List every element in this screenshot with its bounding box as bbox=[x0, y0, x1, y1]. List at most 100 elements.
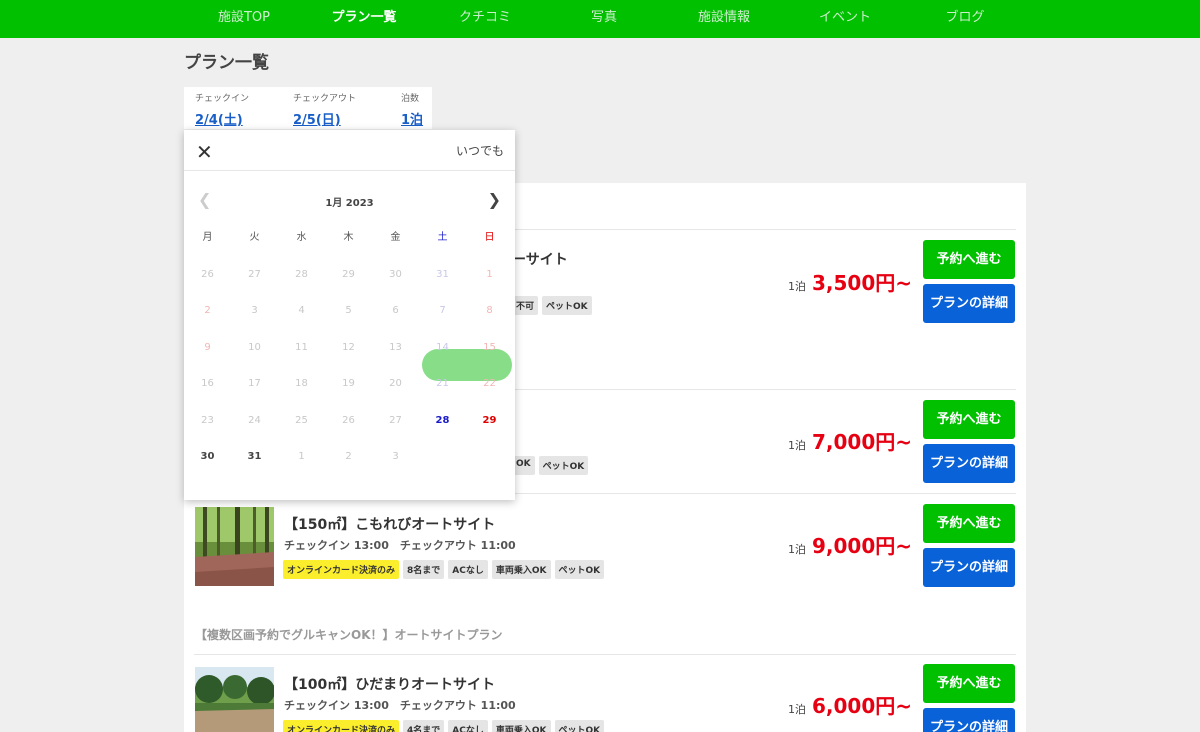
plan-name[interactable]: 【150㎡】こもれびオートサイト bbox=[284, 514, 495, 534]
plan-tag: ペットOK bbox=[538, 456, 589, 475]
plan-price: 1泊 6,000円~ bbox=[788, 690, 912, 719]
calendar-day-selected[interactable]: 4 bbox=[419, 439, 466, 476]
calendar-week: 26 27 28 29 30 31 1 bbox=[184, 257, 515, 294]
checkout-field[interactable]: チェックアウト 2/5(日) bbox=[293, 91, 356, 128]
reserve-button[interactable]: 予約へ進む bbox=[923, 400, 1015, 439]
calendar-day: 29 bbox=[342, 268, 355, 280]
calendar-week: 30 31 1 2 3 4 5 bbox=[184, 439, 515, 476]
plan-tag: ペットOK bbox=[542, 296, 592, 315]
date-selector: チェックイン 2/4(土) チェックアウト 2/5(日) 泊数 1泊 bbox=[184, 87, 432, 129]
divider bbox=[184, 170, 515, 171]
nights-value[interactable]: 1泊 bbox=[401, 109, 423, 128]
plan-tag: 車両乗入OK bbox=[491, 560, 551, 579]
page-title: プラン一覧 bbox=[184, 53, 269, 73]
calendar-day[interactable]: 28 bbox=[419, 403, 466, 440]
calendar-day: 2 bbox=[204, 305, 211, 316]
price-unit: 1泊 bbox=[787, 439, 806, 452]
calendar-day: 24 bbox=[248, 414, 261, 426]
plan-tag: オンラインカード決済のみ bbox=[283, 720, 400, 732]
calendar-day: 25 bbox=[295, 414, 308, 426]
plan-tag: 車両乗入OK bbox=[491, 720, 551, 732]
calendar-day[interactable]: 29 bbox=[466, 403, 513, 440]
nav-facility-top[interactable]: 施設TOP bbox=[189, 0, 299, 38]
calendar-day-selected[interactable]: 5 bbox=[466, 439, 513, 476]
reserve-button[interactable]: 予約へ進む bbox=[923, 504, 1015, 543]
plan-tag: ACなし bbox=[448, 560, 488, 579]
plan-detail-button[interactable]: プランの詳細 bbox=[923, 284, 1015, 323]
weekday-label: 土 bbox=[437, 232, 448, 243]
plan-thumbnail[interactable] bbox=[195, 667, 274, 732]
nights-label: 泊数 bbox=[401, 94, 420, 104]
calendar-day: 26 bbox=[342, 414, 355, 426]
checkout-date[interactable]: 2/5(日) bbox=[293, 109, 356, 128]
calendar-day: 13 bbox=[389, 341, 402, 353]
price-amount: 6,000円~ bbox=[811, 694, 912, 718]
divider bbox=[194, 654, 1016, 655]
plan-tag: 不可 bbox=[512, 296, 539, 315]
plan-detail-button[interactable]: プランの詳細 bbox=[923, 444, 1015, 483]
top-nav: 施設TOP プラン一覧 クチコミ 写真 施設情報 イベント ブログ bbox=[0, 0, 1200, 38]
calendar-day: 21 bbox=[436, 378, 449, 389]
calendar-grid: 月 火 水 木 金 土 日 26 27 28 29 30 31 1 2 3 4 … bbox=[184, 220, 515, 476]
calendar-day: 6 bbox=[392, 305, 399, 316]
plan-thumbnail[interactable] bbox=[195, 507, 274, 586]
calendar-day: 30 bbox=[389, 268, 402, 280]
reserve-button[interactable]: 予約へ進む bbox=[923, 664, 1015, 703]
calendar-week: 9 10 11 12 13 14 15 bbox=[184, 330, 515, 367]
checkin-date[interactable]: 2/4(土) bbox=[195, 109, 249, 128]
calendar-weekday-row: 月 火 水 木 金 土 日 bbox=[184, 220, 515, 257]
calendar-day[interactable]: 2 bbox=[325, 439, 372, 476]
price-unit: 1泊 bbox=[787, 280, 806, 293]
nav-facility-info[interactable]: 施設情報 bbox=[669, 0, 779, 38]
calendar-day: 23 bbox=[201, 414, 214, 426]
calendar-day: 14 bbox=[436, 341, 449, 353]
plan-name[interactable]: ーサイト bbox=[512, 249, 568, 269]
calendar-day[interactable]: 3 bbox=[372, 439, 419, 476]
price-amount: 9,000円~ bbox=[811, 534, 912, 558]
nav-reviews[interactable]: クチコミ bbox=[430, 0, 540, 38]
weekday-label: 火 bbox=[249, 232, 260, 243]
calendar-day: 1 bbox=[486, 268, 493, 280]
anytime-button[interactable]: いつでも bbox=[456, 142, 504, 159]
plan-price: 1泊 9,000円~ bbox=[788, 530, 912, 559]
calendar-day: 26 bbox=[201, 268, 214, 280]
calendar-day: 28 bbox=[295, 268, 308, 280]
plan-tag: ペットOK bbox=[554, 560, 605, 579]
section-heading: 【複数区画予約でグルキャンOK！】オートサイトプラン bbox=[195, 628, 503, 642]
calendar-day: 22 bbox=[483, 378, 496, 389]
chevron-right-icon[interactable]: ❯ bbox=[488, 190, 501, 209]
price-amount: 7,000円~ bbox=[811, 430, 912, 454]
calendar-month-label: 1月 2023 bbox=[325, 198, 374, 209]
plan-detail-button[interactable]: プランの詳細 bbox=[923, 708, 1015, 732]
nav-plan-list[interactable]: プラン一覧 bbox=[309, 0, 419, 38]
weekday-label: 水 bbox=[296, 232, 307, 243]
plan-name[interactable]: 【100㎡】ひだまりオートサイト bbox=[284, 674, 495, 694]
plan-tag: OK bbox=[512, 456, 535, 475]
checkin-label: チェックイン bbox=[195, 94, 250, 104]
nav-events[interactable]: イベント bbox=[790, 0, 900, 38]
reserve-button[interactable]: 予約へ進む bbox=[923, 240, 1015, 279]
checkin-field[interactable]: チェックイン 2/4(土) bbox=[195, 91, 249, 128]
calendar-week: 16 17 18 19 20 21 22 bbox=[184, 366, 515, 403]
calendar-day: 3 bbox=[251, 305, 258, 316]
plan-checkin-times: チェックイン 13:00 チェックアウト 11:00 bbox=[284, 699, 516, 712]
nights-field[interactable]: 泊数 1泊 bbox=[401, 91, 423, 128]
weekday-label: 日 bbox=[484, 232, 495, 243]
calendar-day[interactable]: 30 bbox=[184, 439, 231, 476]
calendar-day: 7 bbox=[439, 305, 446, 316]
calendar-day: 16 bbox=[201, 378, 214, 389]
calendar-day: 9 bbox=[204, 341, 211, 353]
plan-tags: オンラインカード決済のみ 4名まで ACなし 車両乗入OK ペットOK bbox=[283, 720, 605, 732]
plan-tag: オンラインカード決済のみ bbox=[283, 560, 400, 579]
calendar-day: 4 bbox=[298, 305, 305, 316]
close-icon[interactable]: ✕ bbox=[196, 140, 213, 164]
nav-photos[interactable]: 写真 bbox=[549, 0, 659, 38]
calendar-day[interactable]: 31 bbox=[231, 439, 278, 476]
calendar-day[interactable]: 1 bbox=[278, 439, 325, 476]
plan-checkin-times: チェックイン 13:00 チェックアウト 11:00 bbox=[284, 539, 516, 552]
nav-blog[interactable]: ブログ bbox=[910, 0, 1020, 38]
calendar-day: 19 bbox=[342, 378, 355, 389]
plan-detail-button[interactable]: プランの詳細 bbox=[923, 548, 1015, 587]
calendar-day: 27 bbox=[248, 268, 261, 280]
plan-price: 1泊 3,500円~ bbox=[788, 267, 912, 296]
